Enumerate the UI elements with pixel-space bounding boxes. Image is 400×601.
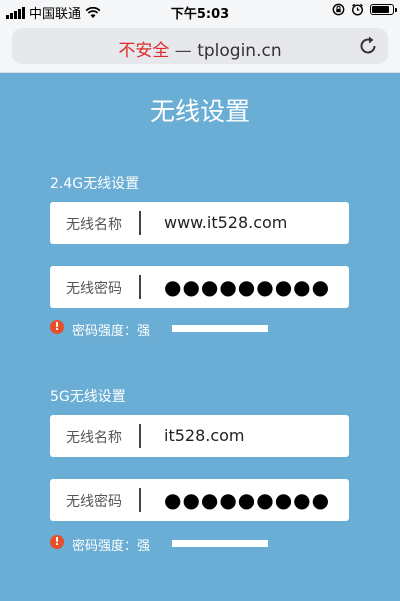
strength-bar [172, 325, 268, 332]
field-separator [139, 275, 141, 299]
section-heading-2g: 2.4G无线设置 [50, 176, 140, 192]
wireless-password-input-2g[interactable]: ●●●●●●●●● [164, 275, 330, 299]
url-text: tplogin.cn [197, 41, 282, 61]
warning-icon: ! [50, 320, 64, 334]
battery-icon [370, 4, 397, 15]
wireless-password-field-5g[interactable]: 无线密码 ●●●●●●●●● [50, 479, 349, 521]
field-separator [139, 211, 141, 235]
wireless-name-input-2g[interactable]: www.it528.com [164, 213, 287, 232]
field-separator [139, 488, 141, 512]
strength-text: 密码强度：强 [72, 539, 151, 554]
address-bar[interactable]: 不安全 — tplogin.cn [12, 28, 388, 64]
field-label: 无线名称 [66, 217, 122, 233]
status-bar: 中国联通 下午5:03 [0, 0, 400, 22]
field-separator [139, 424, 141, 448]
wireless-password-input-5g[interactable]: ●●●●●●●●● [164, 488, 330, 512]
wireless-name-field-2g[interactable]: 无线名称 www.it528.com [50, 202, 349, 244]
address-text[interactable]: 不安全 — tplogin.cn [12, 36, 388, 61]
wireless-password-field-2g[interactable]: 无线密码 ●●●●●●●●● [50, 266, 349, 308]
strength-text: 密码强度：强 [72, 324, 151, 339]
field-label: 无线密码 [66, 494, 122, 510]
url-separator: — [174, 41, 192, 61]
strength-bar [172, 540, 268, 547]
status-right [332, 3, 397, 16]
alarm-icon [351, 3, 364, 16]
rotation-lock-icon [332, 3, 345, 16]
section-heading-5g: 5G无线设置 [50, 389, 126, 405]
field-label: 无线密码 [66, 281, 122, 297]
wireless-name-field-5g[interactable]: 无线名称 it528.com [50, 415, 349, 457]
reload-icon[interactable] [356, 34, 380, 58]
insecure-label: 不安全 [118, 41, 170, 61]
warning-icon: ! [50, 535, 64, 549]
wireless-name-input-5g[interactable]: it528.com [164, 426, 245, 445]
page-title: 无线设置 [149, 97, 250, 126]
browser-toolbar: 不安全 — tplogin.cn [0, 22, 400, 73]
field-label: 无线名称 [66, 430, 122, 446]
